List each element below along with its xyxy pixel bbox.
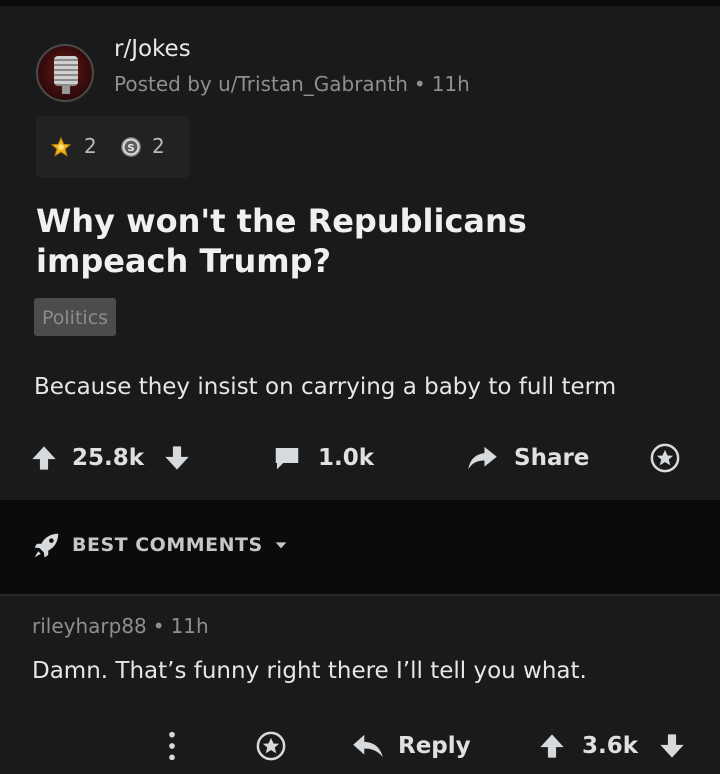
- awards-box[interactable]: 2 S 2: [36, 116, 190, 178]
- comment-age: 11h: [170, 614, 209, 638]
- gold-award-count: 2: [84, 134, 97, 158]
- comment-count: 1.0k: [318, 445, 375, 471]
- downvote-arrow-icon: [660, 734, 684, 758]
- separator-dot: •: [413, 72, 426, 96]
- reply-label: Reply: [398, 733, 471, 759]
- downvote-arrow-icon: [165, 446, 189, 470]
- chevron-down-icon: [275, 542, 286, 549]
- microphone-stand: [62, 86, 70, 94]
- silver-award-count: 2: [152, 134, 165, 158]
- subreddit-avatar[interactable]: [36, 44, 94, 102]
- post-score-value: 25.8k: [72, 445, 145, 471]
- share-arrow-icon: [468, 446, 497, 470]
- comments-button[interactable]: 1.0k: [272, 436, 374, 480]
- gold-award-icon: [50, 136, 72, 157]
- svg-text:S: S: [127, 143, 134, 154]
- post-action-bar: 25.8k 1.0k Share: [0, 436, 720, 480]
- give-award-button[interactable]: [650, 436, 680, 480]
- post-card: r/Jokes Posted by u/Tristan_Gabranth • 11h…: [0, 6, 720, 494]
- silver-award-icon: S: [121, 137, 141, 157]
- comment-card: rileyharp88 • 11h Damn. That’s funny right…: [0, 596, 720, 774]
- rocket-icon: [34, 533, 59, 558]
- post-body: Because they insist on carrying a baby t…: [34, 374, 617, 400]
- comment-upvote-button[interactable]: [538, 724, 566, 768]
- comment-more-options[interactable]: [162, 724, 182, 768]
- share-button[interactable]: Share: [466, 436, 589, 480]
- comment-body: Damn. That’s funny right there I’ll tell…: [32, 658, 587, 684]
- comment-bubble-icon: [275, 448, 299, 470]
- upvote-button[interactable]: [30, 436, 58, 480]
- comment-downvote-button[interactable]: [658, 724, 686, 768]
- comment-meta: rileyharp88 • 11h: [32, 614, 209, 638]
- upvote-arrow-icon: [540, 734, 564, 758]
- post-score: 25.8k: [72, 436, 144, 480]
- comment-sort-dropdown[interactable]: BEST COMMENTS: [32, 530, 289, 560]
- separator-dot: •: [152, 614, 165, 638]
- post-byline: Posted by u/Tristan_Gabranth • 11h: [114, 72, 470, 96]
- downvote-button[interactable]: [163, 436, 191, 480]
- comment-action-bar: Reply 3.6k: [0, 724, 720, 768]
- award-outline-icon: [256, 731, 286, 761]
- comment-score-value: 3.6k: [582, 733, 639, 759]
- microphone-icon: [54, 56, 78, 86]
- post-age: 11h: [431, 72, 470, 96]
- comment-award-button[interactable]: [256, 724, 286, 768]
- post-title[interactable]: Why won't the Republicans impeach Trump?: [36, 201, 676, 281]
- share-label: Share: [514, 445, 590, 471]
- comment-sort-bar: BEST COMMENTS: [0, 500, 720, 594]
- posted-by[interactable]: Posted by u/Tristan_Gabranth: [114, 72, 408, 96]
- comment-score: 3.6k: [582, 724, 638, 768]
- award-outline-icon: [650, 443, 680, 473]
- subreddit-name[interactable]: r/Jokes: [114, 36, 191, 62]
- reply-button[interactable]: Reply: [352, 724, 471, 768]
- upvote-arrow-icon: [32, 446, 56, 470]
- sort-label: BEST COMMENTS: [72, 534, 263, 556]
- comment-author[interactable]: rileyharp88: [32, 614, 147, 638]
- reply-arrow-icon: [353, 734, 383, 758]
- post-flair[interactable]: Politics: [34, 298, 117, 336]
- more-vertical-icon: [169, 731, 175, 761]
